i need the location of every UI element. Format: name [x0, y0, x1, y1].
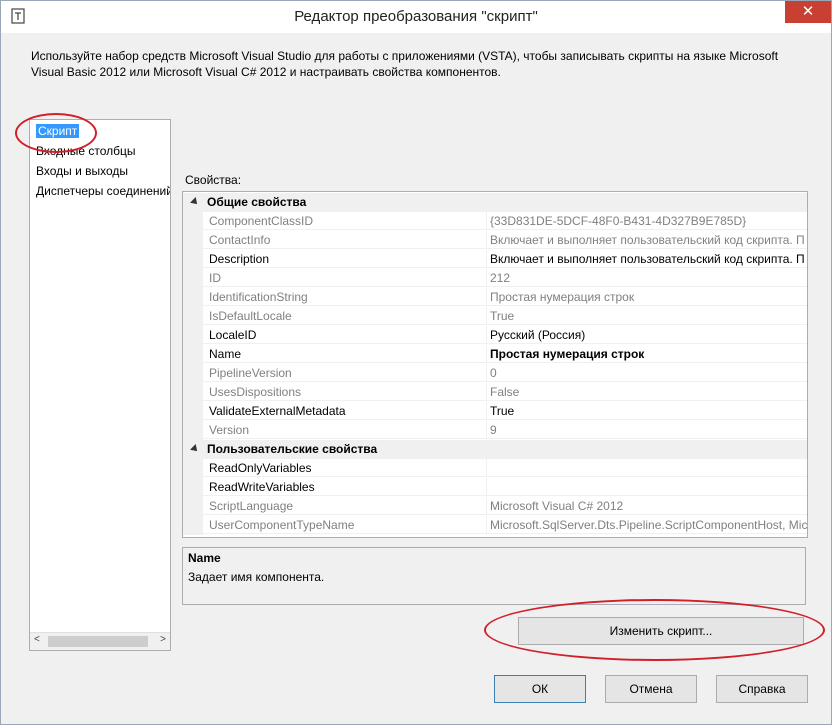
- property-row[interactable]: IdentificationString Простая нумерация ст…: [183, 288, 807, 307]
- page-navigation-list: Скрипт Входные столбцы Входы и выходы Ди…: [29, 119, 171, 651]
- properties-label: Свойства:: [185, 173, 242, 187]
- category-custom[interactable]: Пользовательские свойства: [183, 440, 807, 459]
- close-button[interactable]: ✕: [785, 1, 831, 23]
- category-general[interactable]: Общие свойства: [183, 193, 807, 212]
- property-row[interactable]: ReadOnlyVariables: [183, 459, 807, 478]
- property-row[interactable]: Version 9: [183, 421, 807, 440]
- scroll-left-icon[interactable]: <: [34, 634, 40, 645]
- property-row[interactable]: UserComponentTypeName Microsoft.SqlServer…: [183, 516, 807, 535]
- nav-item-inputs-outputs[interactable]: Входы и выходы: [36, 164, 128, 178]
- property-row[interactable]: PipelineVersion 0: [183, 364, 807, 383]
- property-row[interactable]: LocaleID Русский (Россия): [183, 326, 807, 345]
- scroll-right-icon[interactable]: >: [160, 634, 166, 645]
- property-grid: Общие свойства ComponentClassID {33D831DE…: [182, 191, 808, 538]
- title-bar: Редактор преобразования "скрипт" ✕: [1, 1, 831, 33]
- property-row[interactable]: Description Включает и выполняет пользова…: [183, 250, 807, 269]
- nav-item-input-columns[interactable]: Входные столбцы: [36, 144, 136, 158]
- window-title: Редактор преобразования "скрипт": [294, 8, 538, 25]
- property-row[interactable]: ContactInfo Включает и выполняет пользова…: [183, 231, 807, 250]
- property-row[interactable]: UsesDispositions False: [183, 383, 807, 402]
- nav-item-script[interactable]: Скрипт: [36, 124, 80, 138]
- scroll-thumb[interactable]: [48, 636, 148, 647]
- property-help-panel: Name Задает имя компонента.: [182, 547, 806, 605]
- edit-script-button[interactable]: Изменить скрипт...: [518, 617, 804, 645]
- nav-item-connection-managers[interactable]: Диспетчеры соединений: [36, 184, 170, 198]
- description-text: Используйте набор средств Microsoft Visu…: [31, 49, 779, 79]
- help-button[interactable]: Справка: [716, 675, 808, 703]
- property-row[interactable]: ID 212: [183, 269, 807, 288]
- property-row[interactable]: IsDefaultLocale True: [183, 307, 807, 326]
- property-row[interactable]: ValidateExternalMetadata True: [183, 402, 807, 421]
- collapse-icon[interactable]: [190, 197, 200, 207]
- collapse-icon[interactable]: [190, 444, 200, 454]
- help-title: Name: [188, 551, 221, 565]
- cancel-button[interactable]: Отмена: [605, 675, 697, 703]
- help-text: Задает имя компонента.: [188, 570, 325, 584]
- ok-button[interactable]: ОК: [494, 675, 586, 703]
- property-row[interactable]: ComponentClassID {33D831DE-5DCF-48F0-B431…: [183, 212, 807, 231]
- nav-horizontal-scrollbar[interactable]: < >: [30, 632, 170, 650]
- property-row[interactable]: Name Простая нумерация строк: [183, 345, 807, 364]
- property-row[interactable]: ScriptLanguage Microsoft Visual C# 2012: [183, 497, 807, 516]
- property-row[interactable]: ReadWriteVariables: [183, 478, 807, 497]
- script-transformation-editor-window: Редактор преобразования "скрипт" ✕ Испол…: [0, 0, 832, 725]
